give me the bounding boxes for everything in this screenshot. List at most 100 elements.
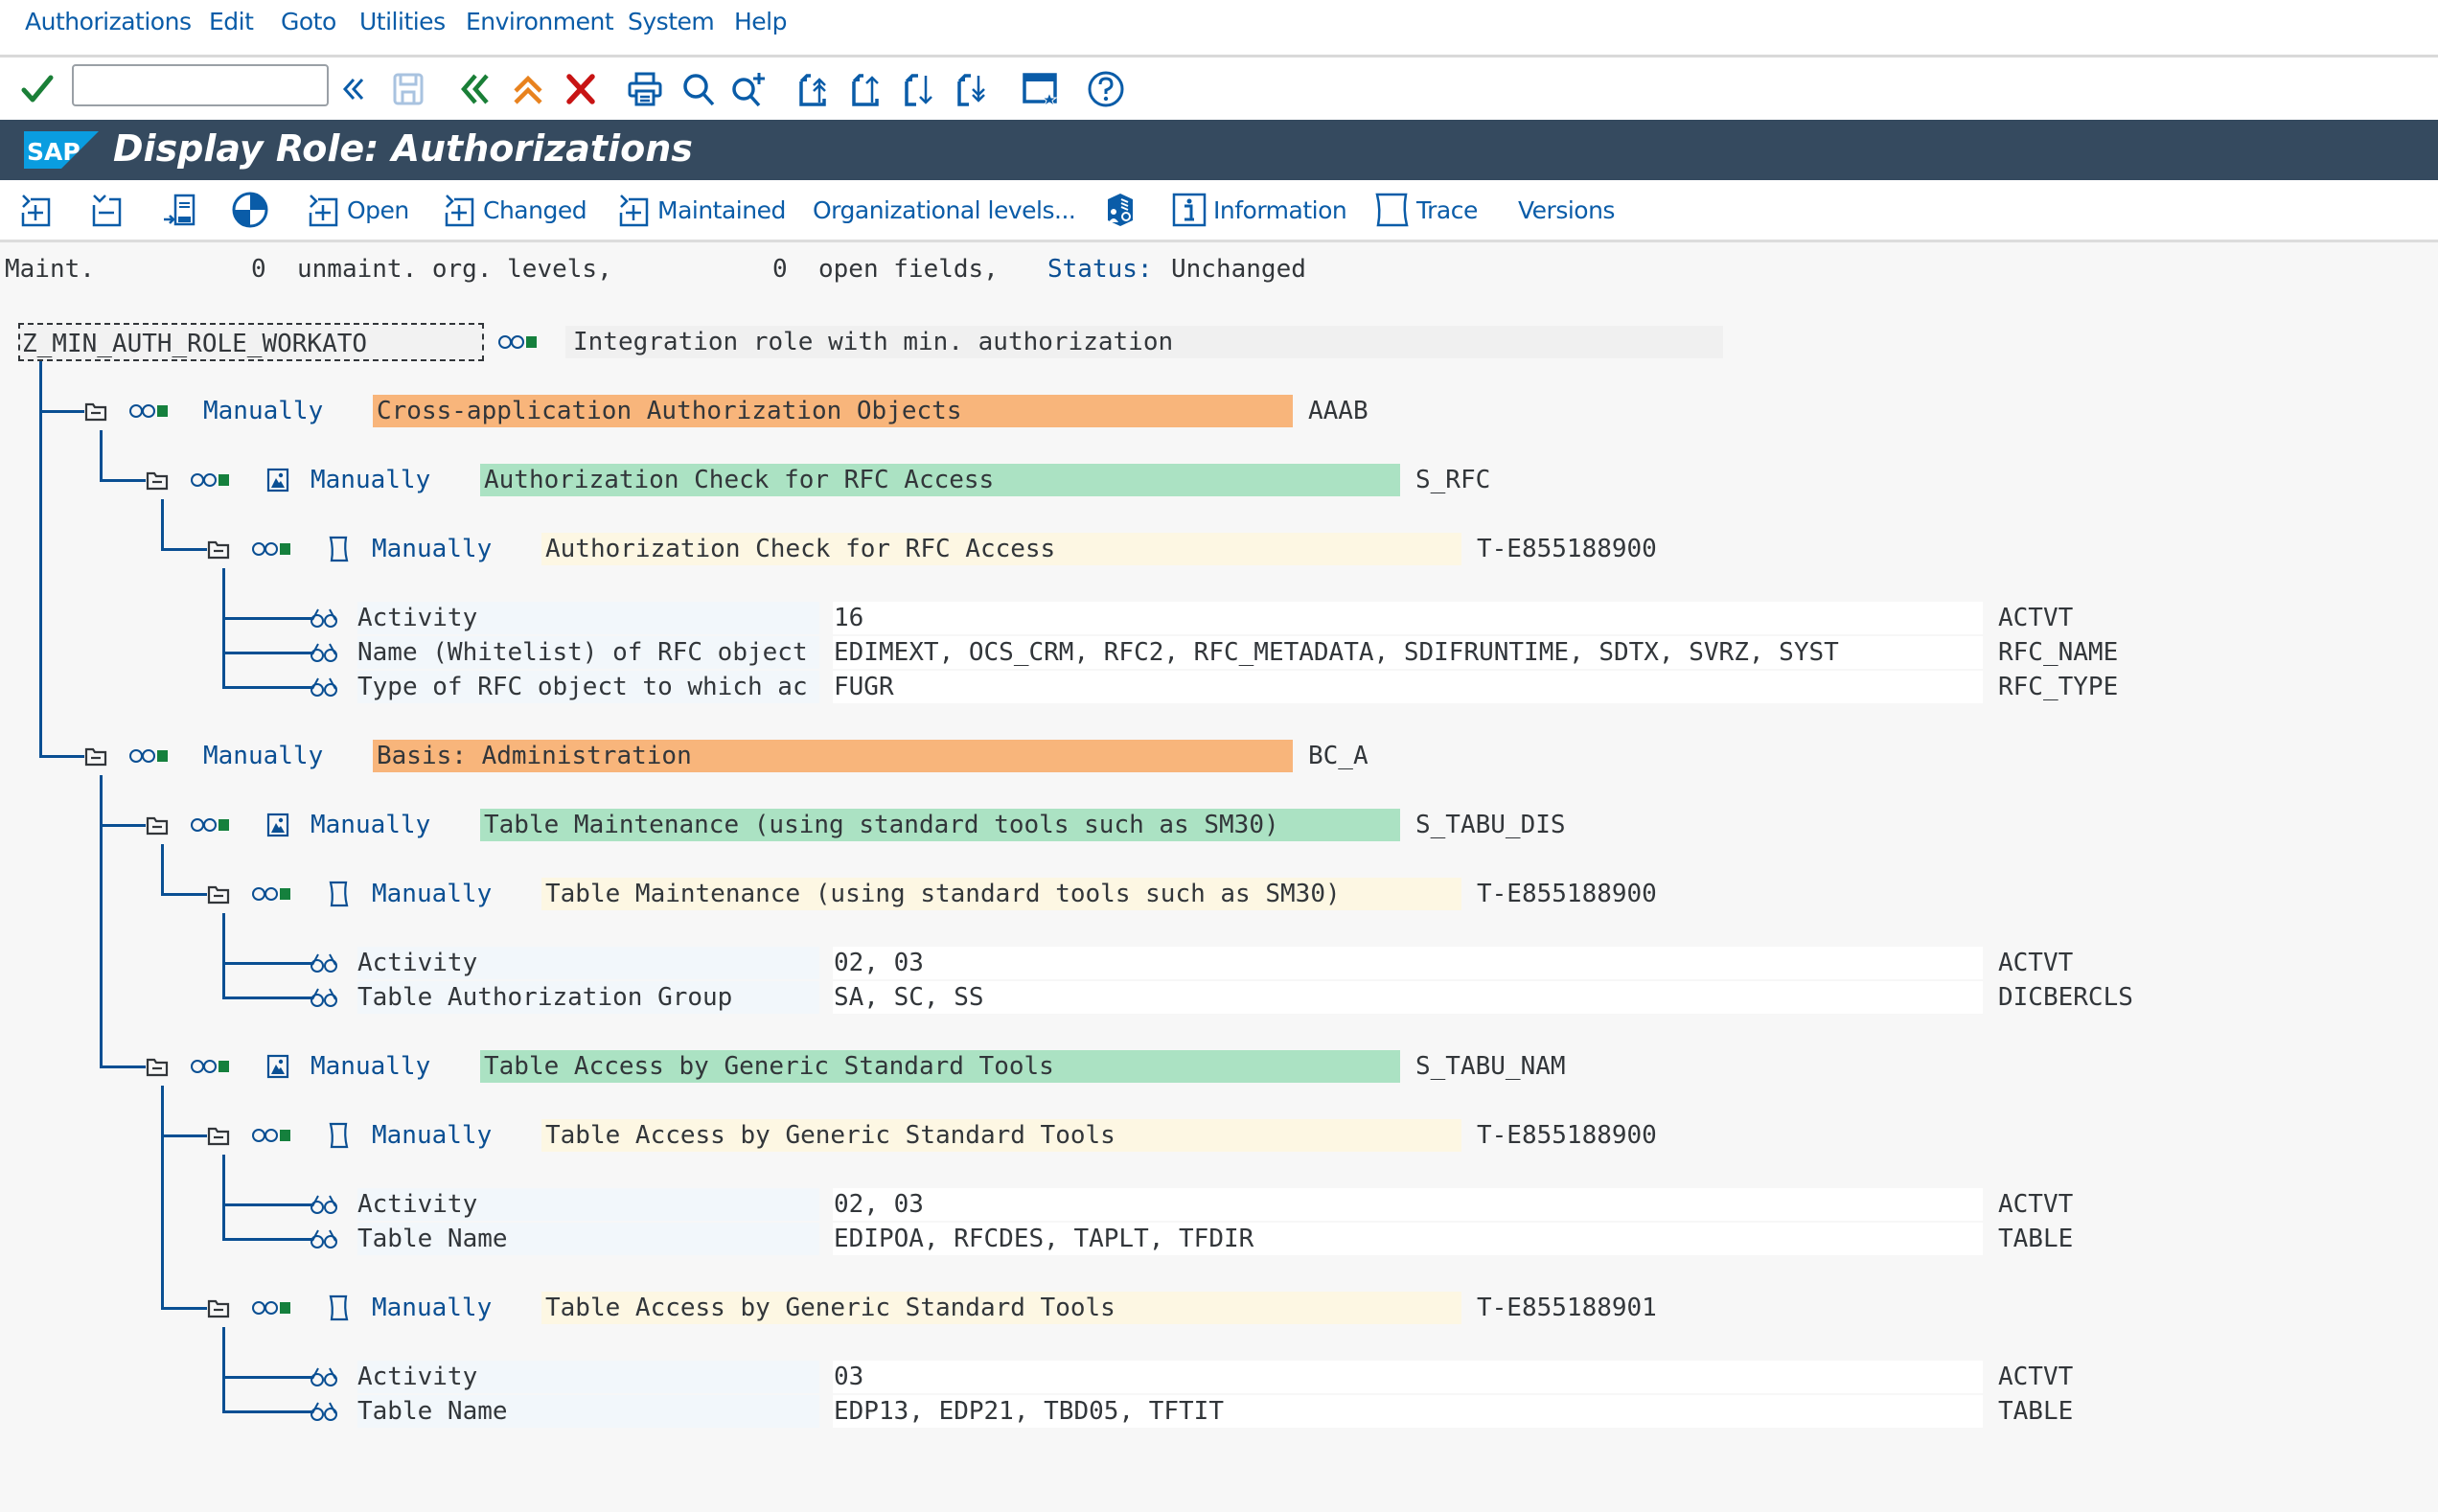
field-value-cell[interactable] [833, 1188, 1983, 1221]
authorization-icon [328, 881, 351, 907]
authorization-text[interactable]: Authorization Check for RFC Access [541, 533, 1461, 565]
authorization-code: T-E855188900 [1477, 535, 1657, 563]
authorization-code: T-E855188900 [1477, 880, 1657, 908]
traffic-light-icon[interactable] [498, 332, 537, 352]
tree-connector [222, 962, 311, 965]
field-value: 16 [834, 604, 864, 632]
auth-object-text[interactable]: Table Maintenance (using standard tools … [480, 809, 1400, 841]
display-field-glasses-icon[interactable] [310, 1400, 338, 1423]
auth-object-icon [266, 813, 289, 837]
tree-connector [222, 617, 311, 620]
field-value: EDP13, EDP21, TBD05, TFTIT [834, 1397, 1224, 1426]
folder-collapse-icon[interactable] [207, 1125, 230, 1146]
field-value-cell[interactable] [833, 602, 1983, 634]
traffic-light-icon[interactable] [129, 401, 168, 421]
field-value-cell[interactable] [833, 947, 1983, 979]
tree-connector [39, 361, 42, 757]
traffic-light-icon[interactable] [191, 815, 229, 835]
tree-connector [100, 824, 146, 827]
tree-connector [100, 479, 146, 482]
auth-class-code: AAAB [1308, 397, 1368, 425]
field-value: FUGR [834, 673, 894, 701]
traffic-light-icon[interactable] [191, 470, 229, 490]
folder-collapse-icon[interactable] [207, 538, 230, 560]
display-field-glasses-icon[interactable] [310, 986, 338, 1009]
display-field-glasses-icon[interactable] [310, 1193, 338, 1216]
tree-connector [222, 1327, 225, 1412]
field-value-cell[interactable] [833, 1361, 1983, 1393]
auth-class-code: BC_A [1308, 742, 1368, 770]
field-label: Activity [357, 1363, 478, 1391]
tree-connector [222, 1410, 311, 1413]
display-field-glasses-icon[interactable] [310, 951, 338, 974]
field-value: 02, 03 [834, 1190, 924, 1219]
traffic-light-icon[interactable] [252, 1126, 290, 1145]
folder-collapse-icon[interactable] [146, 814, 169, 836]
tree-connector [161, 1086, 164, 1309]
field-label: Name (Whitelist) of RFC object [357, 638, 808, 667]
field-label: Activity [357, 604, 478, 632]
tree-connector [222, 1376, 311, 1379]
folder-collapse-icon[interactable] [84, 401, 107, 422]
auth-object-icon [266, 1054, 289, 1079]
tree-connector [222, 913, 225, 998]
tree-connector [222, 1203, 311, 1206]
authorization-status: Manually [372, 535, 493, 563]
auth-object-text[interactable]: Authorization Check for RFC Access [480, 464, 1400, 496]
field-technical-name: ACTVT [1998, 949, 2074, 977]
field-value: 02, 03 [834, 949, 924, 977]
field-value-cell[interactable] [833, 981, 1983, 1014]
tree-connector [161, 1307, 207, 1310]
object-status: Manually [310, 1052, 431, 1081]
folder-collapse-icon[interactable] [207, 883, 230, 905]
auth-class-text[interactable]: Basis: Administration [373, 740, 1293, 772]
tree-connector [222, 652, 311, 654]
traffic-light-icon[interactable] [252, 539, 290, 559]
traffic-light-icon[interactable] [129, 746, 168, 766]
tree-connector [222, 997, 311, 999]
display-field-glasses-icon[interactable] [310, 676, 338, 699]
display-field-glasses-icon[interactable] [310, 607, 338, 630]
auth-object-code: S_RFC [1415, 466, 1491, 494]
root-role-description: Integration role with min. authorization [565, 326, 1723, 358]
folder-collapse-icon[interactable] [207, 1297, 230, 1318]
tree-connector [161, 1134, 207, 1137]
tree-connector [100, 430, 103, 481]
auth-object-code: S_TABU_NAM [1415, 1052, 1566, 1081]
authorization-status: Manually [372, 1294, 493, 1322]
root-role-name[interactable]: Z_MIN_AUTH_ROLE_WORKATO [18, 323, 484, 361]
traffic-light-icon[interactable] [252, 884, 290, 904]
tree-connector [161, 893, 207, 896]
tree-connector [161, 548, 207, 551]
authorization-text[interactable]: Table Maintenance (using standard tools … [541, 878, 1461, 910]
field-label: Activity [357, 1190, 478, 1219]
object-status: Manually [310, 811, 431, 839]
field-value-cell[interactable] [833, 671, 1983, 703]
auth-object-text[interactable]: Table Access by Generic Standard Tools [480, 1050, 1400, 1083]
field-technical-name: TABLE [1998, 1225, 2074, 1253]
auth-object-icon [266, 468, 289, 493]
authorization-icon [328, 1294, 351, 1321]
field-technical-name: ACTVT [1998, 604, 2074, 632]
authorization-code: T-E855188901 [1477, 1294, 1657, 1322]
traffic-light-icon[interactable] [191, 1057, 229, 1076]
traffic-light-icon[interactable] [252, 1298, 290, 1317]
folder-collapse-icon[interactable] [84, 745, 107, 767]
authorization-icon [328, 1122, 351, 1149]
field-value: 03 [834, 1363, 864, 1391]
class-status: Manually [203, 397, 324, 425]
display-field-glasses-icon[interactable] [310, 641, 338, 664]
folder-collapse-icon[interactable] [146, 1056, 169, 1077]
folder-collapse-icon[interactable] [146, 470, 169, 491]
auth-class-text[interactable]: Cross-application Authorization Objects [373, 395, 1293, 427]
field-label: Table Authorization Group [357, 983, 733, 1012]
authorization-code: T-E855188900 [1477, 1121, 1657, 1150]
display-field-glasses-icon[interactable] [310, 1365, 338, 1388]
authorization-text[interactable]: Table Access by Generic Standard Tools [541, 1292, 1461, 1324]
authorization-text[interactable]: Table Access by Generic Standard Tools [541, 1119, 1461, 1152]
field-label: Table Name [357, 1397, 508, 1426]
tree-connector [161, 844, 164, 895]
display-field-glasses-icon[interactable] [310, 1227, 338, 1250]
object-status: Manually [310, 466, 431, 494]
tree-connector [161, 499, 164, 550]
